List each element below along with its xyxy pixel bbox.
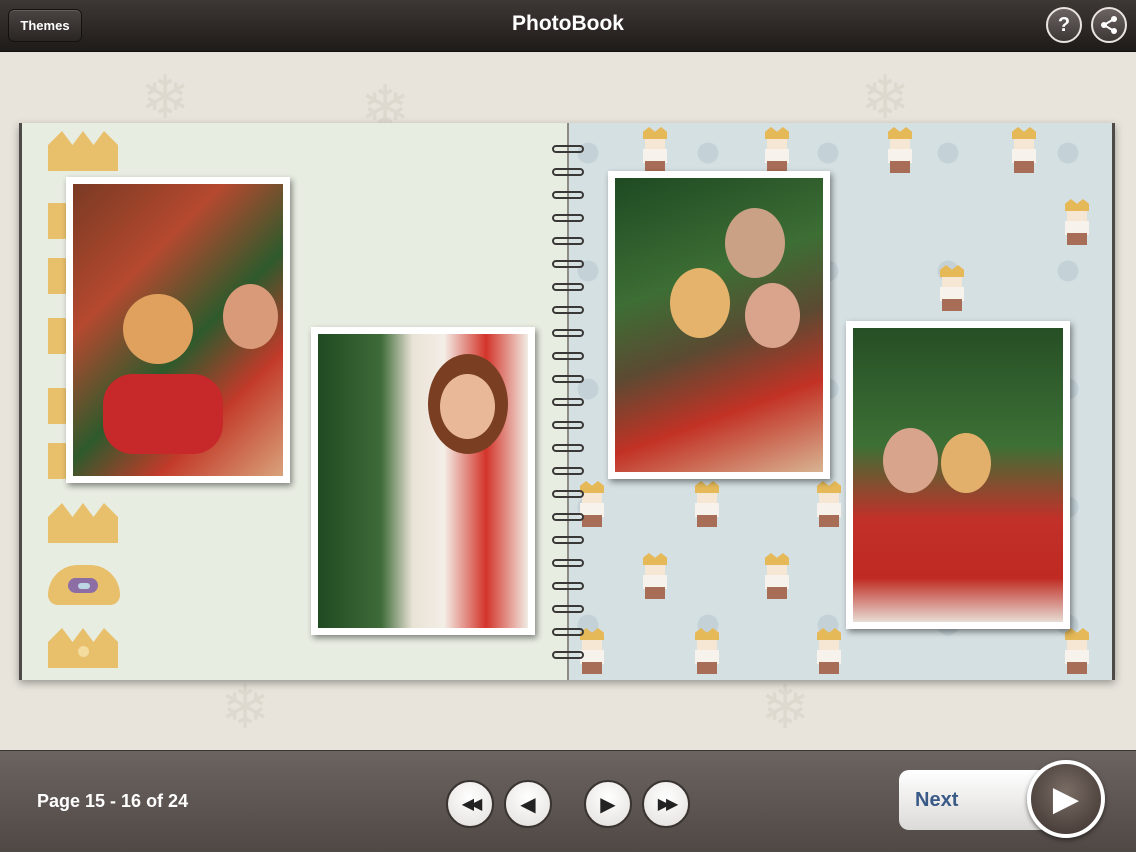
king-pattern [1063, 628, 1091, 674]
crown-decoration [48, 131, 118, 171]
mother-and-son-photo [853, 328, 1063, 622]
ornament-decoration [48, 203, 68, 239]
crown-decoration [48, 503, 118, 543]
page-indicator: Page 15 - 16 of 24 [37, 791, 189, 811]
previous-icon: ◀ [520, 793, 536, 816]
king-pattern [815, 628, 843, 674]
spiral-binding [552, 145, 588, 665]
king-pattern [693, 628, 721, 674]
family-christmas-photo [73, 184, 283, 476]
family-group-photo [615, 178, 823, 472]
right-page[interactable] [568, 123, 1115, 680]
photo-frame[interactable] [66, 177, 290, 483]
photo-frame[interactable] [311, 327, 535, 635]
previous-page-button[interactable]: ◀ [504, 780, 552, 828]
ornament-decoration [48, 318, 68, 354]
last-page-button[interactable]: ▶▶ [642, 780, 690, 828]
king-pattern [641, 553, 669, 599]
ornament-decoration [48, 388, 68, 424]
rewind-icon: ◀◀ [461, 796, 483, 813]
app-title: PhotoBook [512, 12, 624, 35]
next-icon: ▶ [600, 793, 616, 816]
help-button[interactable]: ? [1046, 7, 1082, 43]
crown-decoration [48, 628, 118, 668]
king-pattern [886, 127, 914, 173]
photo-frame[interactable] [846, 321, 1070, 629]
woman-by-tree-photo [318, 334, 528, 628]
share-button[interactable] [1091, 7, 1127, 43]
next-page-button[interactable]: ▶ [584, 780, 632, 828]
snowflake-decoration: ❄ [760, 674, 811, 741]
ornament-decoration [48, 258, 68, 294]
king-pattern [641, 127, 669, 173]
photobook-spread [19, 123, 1115, 680]
king-pattern [1010, 127, 1038, 173]
first-page-button[interactable]: ◀◀ [446, 780, 494, 828]
bottom-toolbar: Page 15 - 16 of 24 ◀◀ ◀ ▶ ▶▶ Next ▶ [0, 750, 1136, 852]
next-button-label: Next [915, 788, 959, 811]
left-page[interactable] [19, 123, 568, 680]
king-pattern [938, 265, 966, 311]
flower-decoration [48, 565, 120, 605]
king-pattern [815, 481, 843, 527]
next-play-button[interactable]: ▶ [1027, 760, 1105, 838]
help-icon: ? [1057, 13, 1071, 36]
ornament-decoration [48, 443, 68, 479]
king-pattern [763, 127, 791, 173]
king-pattern [693, 481, 721, 527]
king-pattern [763, 553, 791, 599]
share-icon [1101, 16, 1117, 34]
photo-frame[interactable] [608, 171, 830, 479]
snowflake-decoration: ❄ [220, 674, 271, 741]
play-icon: ▶ [1052, 780, 1080, 818]
top-toolbar: Themes PhotoBook ? [0, 0, 1136, 52]
fast-forward-icon: ▶▶ [657, 796, 679, 813]
king-pattern [1063, 199, 1091, 245]
